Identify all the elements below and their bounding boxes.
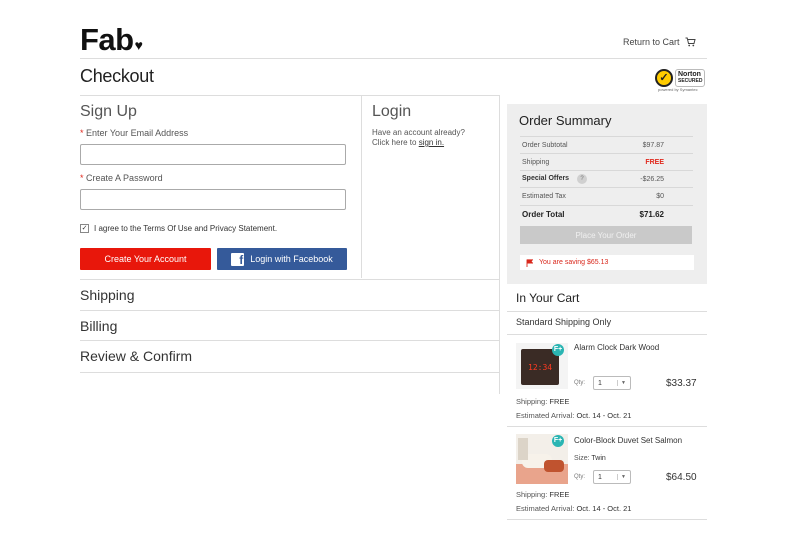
login-prompt: Have an account already? Click here to s… xyxy=(372,128,465,147)
password-field[interactable] xyxy=(80,189,346,210)
email-field[interactable] xyxy=(80,144,346,165)
password-label: * Create A Password xyxy=(80,173,163,183)
item-arrival: Estimated Arrival: Oct. 14 - Oct. 21 xyxy=(516,411,632,420)
step-review-confirm[interactable]: Review & Confirm xyxy=(80,348,192,364)
norton-brand: Norton xyxy=(678,71,701,78)
cart-divider xyxy=(507,426,707,427)
step-shipping[interactable]: Shipping xyxy=(80,287,135,303)
checkmark-icon: ✓ xyxy=(655,69,673,87)
terms-checkbox[interactable]: ✓ xyxy=(80,224,89,233)
item-arrival: Estimated Arrival: Oct. 14 - Oct. 21 xyxy=(516,504,632,513)
summary-row-tax: Estimated Tax $0 xyxy=(520,187,693,204)
sign-in-link[interactable]: sign in. xyxy=(419,138,444,147)
flag-icon xyxy=(526,258,533,267)
qty-label: Qty: xyxy=(574,380,586,386)
fab-logo[interactable]: Fab♥ xyxy=(80,24,143,61)
item-name[interactable]: Color-Block Duvet Set Salmon xyxy=(574,436,682,445)
item-shipping: Shipping: FREE xyxy=(516,490,570,499)
chevron-down-icon: ▼ xyxy=(617,474,626,480)
summary-row-total: Order Total $71.62 xyxy=(520,205,693,222)
quantity-select[interactable]: 1 ▼ xyxy=(593,470,631,484)
signup-title: Sign Up xyxy=(80,103,137,120)
cart-divider xyxy=(507,311,707,312)
terms-text: I agree to the Terms Of Use and Privacy … xyxy=(94,224,278,233)
cart-divider xyxy=(507,334,707,335)
facebook-login-button[interactable]: f Login with Facebook xyxy=(217,248,347,270)
step-divider xyxy=(80,340,500,341)
quantity-select[interactable]: 1 ▼ xyxy=(593,376,631,390)
facebook-icon: f xyxy=(231,252,245,267)
step-divider xyxy=(80,310,500,311)
facebook-login-label: Login with Facebook xyxy=(250,254,333,264)
fab-plus-badge: F+ xyxy=(552,435,564,447)
norton-secured-badge[interactable]: ✓ Norton SECURED powered by Symantec xyxy=(655,64,708,92)
norton-powered-text: powered by Symantec xyxy=(658,87,698,92)
return-to-cart-label: Return to Cart xyxy=(623,37,680,47)
step-divider xyxy=(80,372,500,373)
step-billing[interactable]: Billing xyxy=(80,318,117,334)
order-summary-title: Order Summary xyxy=(519,113,612,128)
login-title: Login xyxy=(372,103,412,120)
item-shipping: Shipping: FREE xyxy=(516,397,570,406)
email-label: * Enter Your Email Address xyxy=(80,128,189,138)
item-name[interactable]: Alarm Clock Dark Wood xyxy=(574,343,659,352)
heart-icon: ♥ xyxy=(134,37,143,53)
main-sidebar-divider xyxy=(499,96,500,394)
summary-row-special-offers: Special Offers? -$26.25 xyxy=(520,170,693,187)
terms-agreement: ✓ I agree to the Terms Of Use and Privac… xyxy=(80,224,277,233)
cart-divider xyxy=(507,519,707,520)
qty-label: Qty: xyxy=(574,474,586,480)
fab-plus-badge: F+ xyxy=(552,344,564,356)
header-divider xyxy=(80,58,707,59)
shipping-type: Standard Shipping Only xyxy=(516,317,612,327)
item-size: Size: Twin xyxy=(574,455,606,462)
page-title: Checkout xyxy=(80,66,154,86)
place-order-button[interactable]: Place Your Order xyxy=(520,226,692,244)
steps-top-divider xyxy=(80,279,500,280)
title-divider xyxy=(80,95,500,96)
cart-icon xyxy=(685,37,696,47)
return-to-cart-link[interactable]: Return to Cart xyxy=(623,37,696,47)
summary-row-shipping: Shipping FREE xyxy=(520,153,693,170)
item-price: $33.37 xyxy=(666,378,697,389)
item-price: $64.50 xyxy=(666,472,697,483)
norton-secured-text: SECURED xyxy=(678,78,703,84)
create-account-button[interactable]: Create Your Account xyxy=(80,248,211,270)
cart-title: In Your Cart xyxy=(516,291,580,305)
signup-login-divider xyxy=(361,96,362,278)
chevron-down-icon: ▼ xyxy=(617,380,626,386)
savings-notice: You are saving $65.13 xyxy=(520,255,694,270)
help-icon[interactable]: ? xyxy=(577,174,588,184)
summary-row-subtotal: Order Subtotal $97.87 xyxy=(520,136,693,153)
